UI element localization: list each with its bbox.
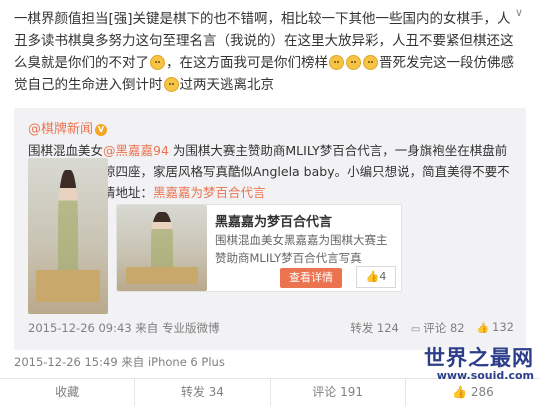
collect-button[interactable]: 收藏 <box>0 379 136 406</box>
post-time[interactable]: 2015-12-26 15:49 <box>14 355 118 369</box>
repost-mention[interactable]: @黑嘉嘉94 <box>103 143 169 158</box>
card-like-button[interactable]: 👍4 <box>356 266 396 288</box>
photo-board <box>126 266 198 285</box>
thumbs-up-icon: 👍 <box>365 270 380 283</box>
post-text: 一棋界颜值担当[强]关键是棋下的也不错啊，相比较一下其他一些国内的女棋手，人丑多… <box>14 8 514 96</box>
emoji-icon <box>163 77 179 92</box>
verified-badge-icon: V <box>95 124 108 136</box>
view-details-button[interactable]: 查看详情 <box>280 268 342 288</box>
post-text-seg4: 过两天逃离北京 <box>179 77 275 93</box>
repost-meta: 2015-12-26 09:43 来自 专业版微博 <box>28 320 219 336</box>
repost-like-count: 132 <box>492 320 514 334</box>
repost-time[interactable]: 2015-12-26 09:43 <box>28 321 132 335</box>
card-description: 围棋混血美女黑嘉嘉为围棋大赛主赞助商MLILY梦百合代言写真 <box>215 233 388 265</box>
photo-board <box>36 270 100 302</box>
repost-button[interactable]: 转发 34 <box>135 379 271 406</box>
repost-repost-button[interactable]: 转发 124 <box>350 320 399 336</box>
watermark-logo: 世界之最网 www.souid.com <box>424 346 534 382</box>
thumbs-up-icon: 👍 <box>452 385 467 399</box>
like-button[interactable]: 👍 286 <box>406 379 540 406</box>
watermark-title: 世界之最网 <box>424 346 534 370</box>
repost-comment-button[interactable]: ▭ 评论 82 <box>411 320 465 336</box>
thumbs-up-icon: 👍 <box>476 323 490 334</box>
repost-actions: 转发 124 ▭ 评论 82 👍 132 <box>350 320 514 336</box>
post-text-seg2: ，在这方面我可是你们榜样 <box>166 55 328 71</box>
comment-icon: ▭ <box>410 324 421 335</box>
repost-source: 来自 专业版微博 <box>135 321 220 335</box>
card-like-count: 4 <box>379 270 387 283</box>
comment-button[interactable]: 评论 191 <box>271 379 406 406</box>
repost-comment-count: 评论 82 <box>423 321 465 335</box>
repost-author[interactable]: @棋牌新闻 <box>28 122 93 137</box>
card-thumbnail <box>117 205 207 291</box>
repost-author-row: @棋牌新闻 V <box>28 118 108 137</box>
repost-like-button[interactable]: 👍 132 <box>477 320 514 336</box>
action-bar: 收藏 转发 34 评论 191 👍 286 <box>0 378 540 406</box>
chevron-down-icon[interactable]: ∨ <box>510 6 528 20</box>
photo-large[interactable] <box>28 158 108 314</box>
emoji-icon <box>363 55 378 70</box>
emoji-icon <box>329 55 344 70</box>
card-title: 黑嘉嘉为梦百合代言 <box>215 215 333 230</box>
post-meta: 2015-12-26 15:49 来自 iPhone 6 Plus <box>14 354 225 370</box>
repost-count: 转发 124 <box>350 321 399 335</box>
emoji-icon <box>150 55 165 70</box>
post-source: 来自 iPhone 6 Plus <box>121 355 225 369</box>
watermark-url: www.souid.com <box>436 369 534 382</box>
repost-text-part1: 围棋混血美女 <box>28 143 104 158</box>
repost-link[interactable]: 黑嘉嘉为梦百合代言 <box>153 185 266 200</box>
like-count: 286 <box>470 385 494 399</box>
emoji-icon <box>346 55 361 70</box>
